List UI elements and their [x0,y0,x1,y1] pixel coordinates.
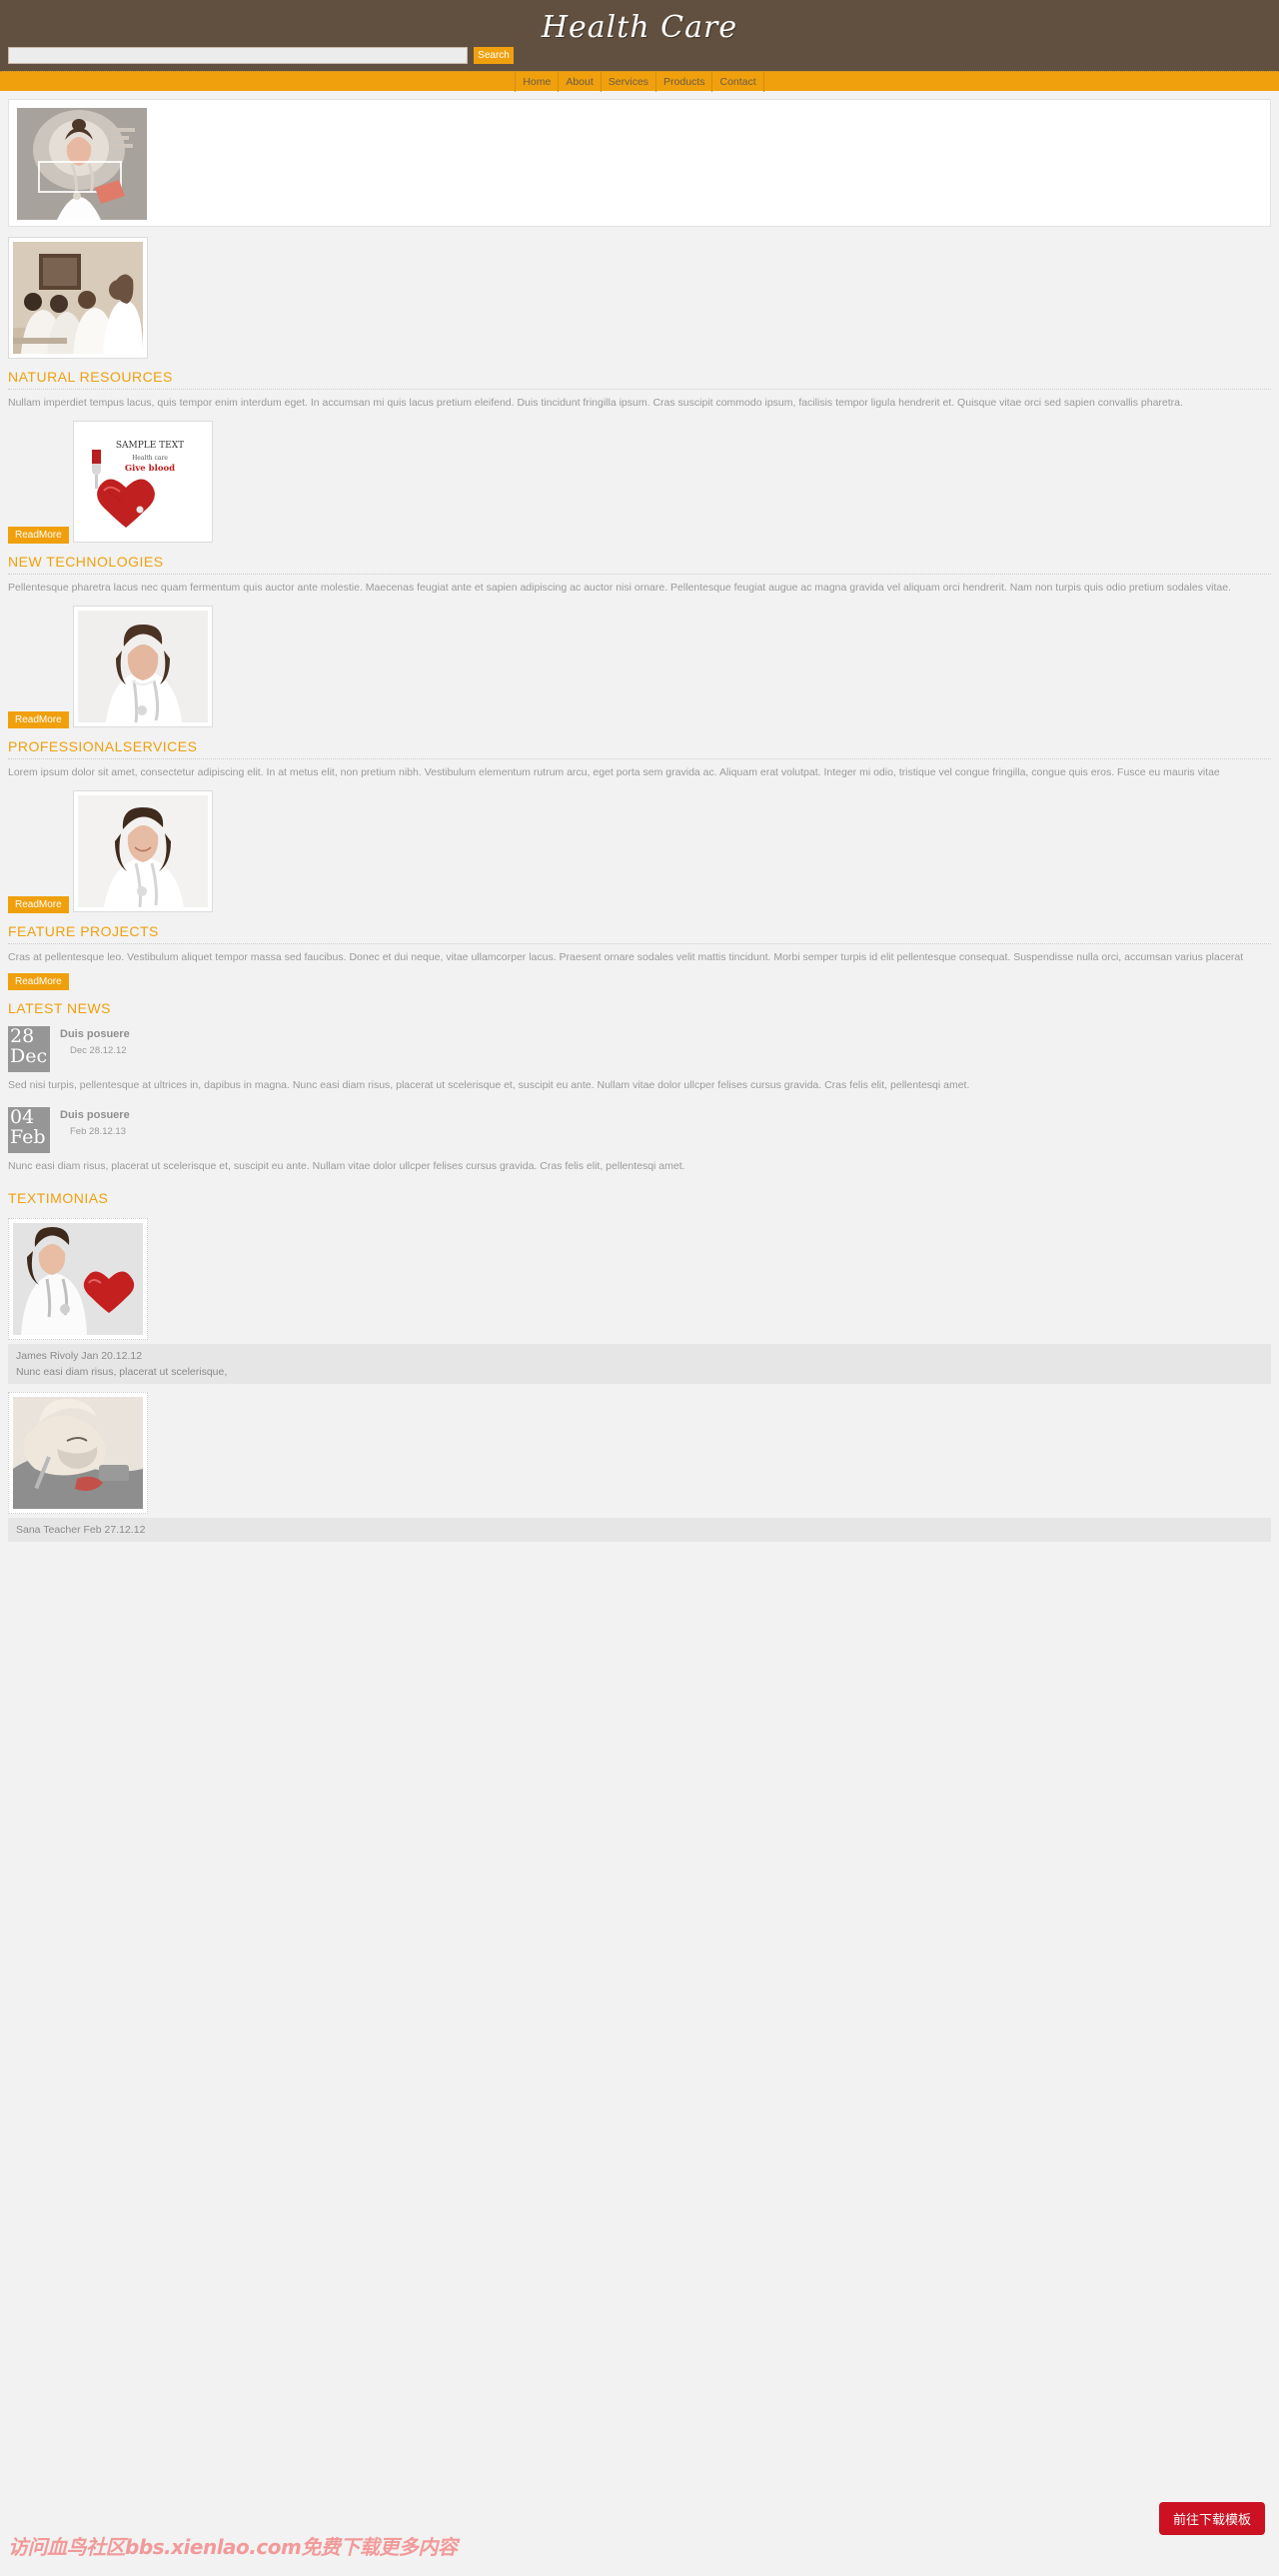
testimonial-image-2 [8,1392,148,1514]
section-title-professional-services: PROFESSIONALSERVICES [8,738,1271,759]
news-date-month: Dec [10,1045,48,1067]
site-header: Health Care Search [0,0,1279,71]
female-doctor-stethoscope-photo [78,611,209,722]
nav-item-contact[interactable]: Contact [712,71,764,92]
main-navigation: Home About Services Products Contact [0,71,1279,92]
news-item: 28 Dec Duis posuere Dec 28.12.12 Sed nis… [8,1026,1271,1093]
section-image-professional-services [73,606,214,727]
news-date-badge: 04 Feb [8,1107,50,1153]
featured-banner [8,99,1271,227]
nav-item-services[interactable]: Services [602,71,657,92]
search-button[interactable]: Search [474,47,514,64]
news-date-month: Feb [10,1126,46,1148]
smiling-doctor-photo [78,795,209,907]
news-date-day: 04 [10,1106,35,1128]
section-title-new-technologies: NEW TECHNOLOGIES [8,554,1271,575]
news-head: 04 Feb Duis posuere Feb 28.12.13 [8,1107,1271,1153]
news-item: 04 Feb Duis posuere Feb 28.12.13 Nunc ea… [8,1107,1271,1174]
testimonial-quote-2: Sana Teacher Feb 27.12.12 [8,1518,1271,1542]
section-image-new-technologies: SAMPLE TEXT Health care Give blood [73,421,214,543]
testimonial-quote-1: James Rivoly Jan 20.12.12 Nunc easi diam… [8,1344,1271,1384]
news-meta: Duis posuere Feb 28.12.13 [60,1107,130,1137]
medical-team-photo [13,242,143,354]
search-input[interactable] [8,47,468,64]
site-watermark: 访问血鸟社区bbs.xienlao.com免费下载更多内容 [8,2535,458,2559]
section-title-natural-resources: NATURAL RESOURCES [8,369,1271,390]
svg-text:Health care: Health care [132,455,168,462]
testimonial-author-2: Sana Teacher Feb 27.12.12 [16,1524,146,1536]
testimonial-image-1 [8,1218,148,1340]
section-body-new-technologies: Pellentesque pharetra lacus nec quam fer… [8,582,1231,594]
news-date-badge: 28 Dec [8,1026,50,1072]
testimonial-text-1: Nunc easi diam risus, placerat ut sceler… [16,1366,228,1378]
testimonial-author-1: James Rivoly Jan 20.12.12 [16,1350,143,1362]
section-image-feature-projects [73,790,214,912]
news-text: Nunc easi diam risus, placerat ut sceler… [8,1160,685,1172]
download-template-button[interactable]: 前往下载模板 [1158,2502,1265,2535]
news-timestamp: Feb 28.12.13 [70,1126,126,1137]
testimonials-title: TEXTIMONIAS [8,1190,109,1206]
news-timestamp: Dec 28.12.12 [70,1045,127,1056]
site-brand: Health Care [541,10,738,45]
section-body-professional-services: Lorem ipsum dolor sit amet, consectetur … [8,766,1220,778]
news-meta: Duis posuere Dec 28.12.12 [60,1026,130,1056]
surgeon-mask-photo [13,1397,143,1509]
nav-item-about[interactable]: About [559,71,602,92]
readmore-button-natural-resources[interactable]: ReadMore [8,527,69,544]
section-body-feature-projects: Cras at pellentesque leo. Vestibulum ali… [8,951,1244,963]
page-wrapper: NATURAL RESOURCES Nullam imperdiet tempu… [0,99,1279,1542]
section-image-natural-resources [8,237,148,359]
nav-item-products[interactable]: Products [656,71,713,92]
readmore-button-new-technologies[interactable]: ReadMore [8,711,69,728]
svg-text:SAMPLE TEXT: SAMPLE TEXT [116,441,184,451]
section-title-feature-projects: FEATURE PROJECTS [8,923,1271,944]
news-title[interactable]: Duis posuere [60,1028,130,1040]
give-blood-heart-photo: SAMPLE TEXT Health care Give blood [78,426,209,538]
nurse-heart-stethoscope-photo [13,1223,143,1335]
featured-image [17,108,147,220]
news-head: 28 Dec Duis posuere Dec 28.12.12 [8,1026,1271,1072]
news-title[interactable]: Duis posuere [60,1109,130,1121]
readmore-button-feature-projects[interactable]: ReadMore [8,973,69,990]
readmore-button-professional-services[interactable]: ReadMore [8,896,69,913]
svg-text:Give blood: Give blood [125,464,175,474]
nav-item-home[interactable]: Home [515,71,560,92]
search-row: Search [0,47,1279,67]
news-date-day: 28 [10,1025,35,1047]
latest-news-title: LATEST NEWS [8,1000,112,1016]
section-body-natural-resources: Nullam imperdiet tempus lacus, quis temp… [8,397,1183,409]
news-text: Sed nisi turpis, pellentesque at ultrice… [8,1079,970,1091]
